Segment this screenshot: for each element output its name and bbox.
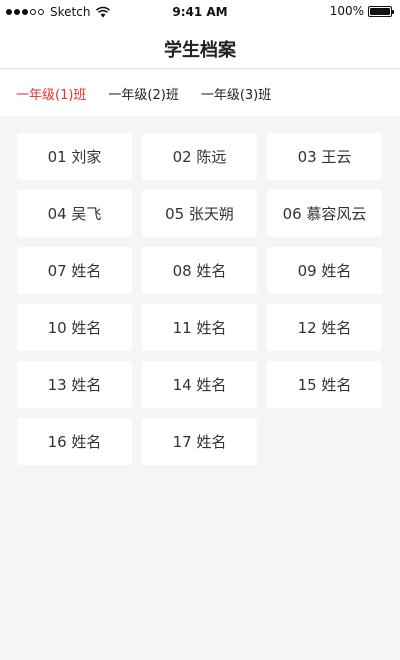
student-card[interactable]: 17 姓名 <box>142 418 257 465</box>
student-card[interactable]: 10 姓名 <box>17 304 132 351</box>
nav-bar: 学生档案 <box>0 24 400 69</box>
page-title: 学生档案 <box>164 40 236 61</box>
student-card[interactable]: 02 陈远 <box>142 133 257 180</box>
class-tabs: 一年级(1)班 一年级(2)班 一年级(3)班 <box>0 70 400 116</box>
student-card[interactable]: 06 慕容风云 <box>267 190 382 237</box>
battery-fill <box>370 7 390 15</box>
tab-class-1[interactable]: 一年级(1)班 <box>16 84 86 103</box>
battery-percent: 100% <box>329 4 364 18</box>
student-card[interactable]: 12 姓名 <box>267 304 382 351</box>
student-card[interactable]: 03 王云 <box>267 133 382 180</box>
student-card[interactable]: 07 姓名 <box>17 247 132 294</box>
student-card[interactable]: 04 吴飞 <box>17 190 132 237</box>
student-card[interactable]: 15 姓名 <box>267 361 382 408</box>
tab-class-2[interactable]: 一年级(2)班 <box>108 84 178 103</box>
status-right: 100% <box>329 4 394 18</box>
student-card[interactable]: 16 姓名 <box>17 418 132 465</box>
student-card[interactable]: 13 姓名 <box>17 361 132 408</box>
tab-class-3[interactable]: 一年级(3)班 <box>201 84 271 103</box>
student-card[interactable]: 05 张天朔 <box>142 190 257 237</box>
battery-icon <box>368 5 394 17</box>
student-card[interactable]: 01 刘家 <box>17 133 132 180</box>
student-card[interactable]: 14 姓名 <box>142 361 257 408</box>
status-bar: Sketch 9:41 AM 100% <box>0 0 400 24</box>
student-card[interactable]: 09 姓名 <box>267 247 382 294</box>
student-card[interactable]: 08 姓名 <box>142 247 257 294</box>
student-card[interactable]: 11 姓名 <box>142 304 257 351</box>
students-area: 01 刘家 02 陈远 03 王云 04 吴飞 05 张天朔 06 慕容风云 0… <box>0 116 400 660</box>
student-grid: 01 刘家 02 陈远 03 王云 04 吴飞 05 张天朔 06 慕容风云 0… <box>17 133 383 465</box>
